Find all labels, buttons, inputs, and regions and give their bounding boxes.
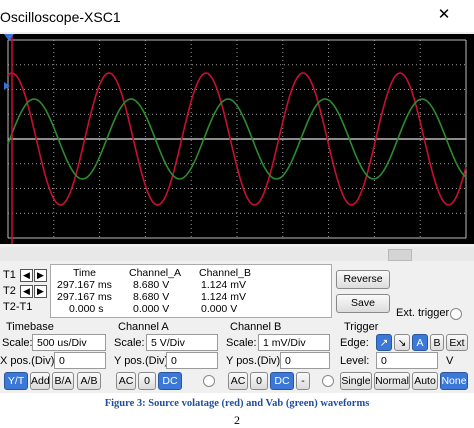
channel-b-ypos-field[interactable]: 0 xyxy=(280,352,330,369)
mode-yt-button[interactable]: Y/T xyxy=(4,372,28,390)
reverse-button[interactable]: Reverse xyxy=(336,270,390,289)
channel-b-scale-field[interactable]: 1 mV/Div xyxy=(258,334,330,351)
channel-a-title: Channel A xyxy=(118,321,169,333)
page-number: 2 xyxy=(234,413,240,427)
trigger-none-button[interactable]: None xyxy=(440,372,468,390)
trigger-level-field[interactable]: 0 xyxy=(376,352,438,369)
channel-a-scale-label: Scale: xyxy=(114,337,145,349)
channel-a-ac-button[interactable]: AC xyxy=(116,372,136,390)
ext-trigger-radio[interactable] xyxy=(450,308,462,320)
row2-channel-a: 8.680 V xyxy=(133,291,170,303)
title-bar: Oscilloscope-XSC1 ✕ xyxy=(0,0,474,32)
channel-b-radio[interactable] xyxy=(322,375,334,387)
channel-a-scale-field[interactable]: 5 V/Div xyxy=(146,334,218,351)
row3-channel-a: 0.000 V xyxy=(133,303,170,315)
timebase-title: Timebase xyxy=(6,321,54,333)
mode-ba-button[interactable]: B/A xyxy=(52,372,74,390)
trigger-source-a-button[interactable]: A xyxy=(412,334,428,351)
channel-b-ypos-label: Y pos.(Div): xyxy=(226,355,284,367)
t1-right-arrow-icon[interactable]: ▶ xyxy=(34,269,47,282)
channel-b-ac-button[interactable]: AC xyxy=(228,372,248,390)
mode-ab-button[interactable]: A/B xyxy=(77,372,101,390)
close-icon[interactable]: ✕ xyxy=(432,6,456,24)
row1-channel-b: 1.124 mV xyxy=(201,279,246,291)
trigger-normal-button[interactable]: Normal xyxy=(374,372,410,390)
header-channel-a: Channel_A xyxy=(129,267,181,279)
channel-a-dc-button[interactable]: DC xyxy=(158,372,182,390)
edge-falling-icon[interactable]: ↘ xyxy=(394,334,410,351)
trigger-level-unit: V xyxy=(446,355,454,367)
edge-rising-icon[interactable]: ↗ xyxy=(376,334,392,351)
timebase-scale-label: Scale: xyxy=(2,337,33,349)
mode-add-button[interactable]: Add xyxy=(30,372,50,390)
trigger-source-b-button[interactable]: B xyxy=(430,334,444,351)
row2-time: 297.167 ms xyxy=(57,291,112,303)
window-title: Oscilloscope-XSC1 xyxy=(0,9,121,25)
oscilloscope-display xyxy=(0,34,474,244)
timebase-xpos-label: X pos.(Div): xyxy=(0,355,58,367)
channel-a-radio[interactable] xyxy=(203,375,215,387)
row1-channel-a: 8.680 V xyxy=(133,279,170,291)
row2-channel-b: 1.124 mV xyxy=(201,291,246,303)
oscilloscope-window: Oscilloscope-XSC1 ✕ T1 ◀ ▶ T2 ◀ ▶ T2-T1 … xyxy=(0,0,474,393)
cursor-t2t1-label: T2-T1 xyxy=(3,301,33,313)
cursor-t2-label: T2 xyxy=(3,285,16,297)
measurement-readout: Time Channel_A Channel_B 297.167 ms 8.68… xyxy=(50,264,332,318)
timebase-xpos-field[interactable]: 0 xyxy=(54,352,106,369)
row3-channel-b: 0.000 V xyxy=(201,303,238,315)
timebase-scale-field[interactable]: 500 us/Div xyxy=(32,334,106,351)
row1-time: 297.167 ms xyxy=(57,279,112,291)
channel-a-zero-button[interactable]: 0 xyxy=(138,372,156,390)
channel-b-invert-button[interactable]: - xyxy=(296,372,310,390)
t2-left-arrow-icon[interactable]: ◀ xyxy=(20,285,33,298)
cursor-t1-label: T1 xyxy=(3,269,16,281)
trigger-title: Trigger xyxy=(344,321,379,333)
ext-trigger-label: Ext. trigger xyxy=(396,307,450,319)
trigger-edge-label: Edge: xyxy=(340,337,369,349)
channel-a-ypos-label: Y pos.(Div): xyxy=(114,355,172,367)
channel-b-dc-button[interactable]: DC xyxy=(270,372,294,390)
save-button[interactable]: Save xyxy=(336,294,390,313)
channel-b-title: Channel B xyxy=(230,321,282,333)
trigger-single-button[interactable]: Single xyxy=(340,372,372,390)
trigger-level-label: Level: xyxy=(340,355,370,367)
header-time: Time xyxy=(73,267,96,279)
ground-marker xyxy=(4,82,10,90)
channel-b-zero-button[interactable]: 0 xyxy=(250,372,268,390)
trigger-auto-button[interactable]: Auto xyxy=(412,372,438,390)
trigger-source-ext-button[interactable]: Ext xyxy=(446,334,468,351)
channel-a-ypos-field[interactable]: 0 xyxy=(166,352,218,369)
figure-caption: Figure 3: Source volatage (red) and Vab … xyxy=(104,398,370,409)
waveform-plot xyxy=(4,34,467,244)
scrollbar-thumb[interactable] xyxy=(388,249,412,261)
header-channel-b: Channel_B xyxy=(199,267,251,279)
row3-time: 0.000 s xyxy=(69,303,104,315)
t1-left-arrow-icon[interactable]: ◀ xyxy=(20,269,33,282)
t2-right-arrow-icon[interactable]: ▶ xyxy=(34,285,47,298)
channel-b-scale-label: Scale: xyxy=(226,337,257,349)
